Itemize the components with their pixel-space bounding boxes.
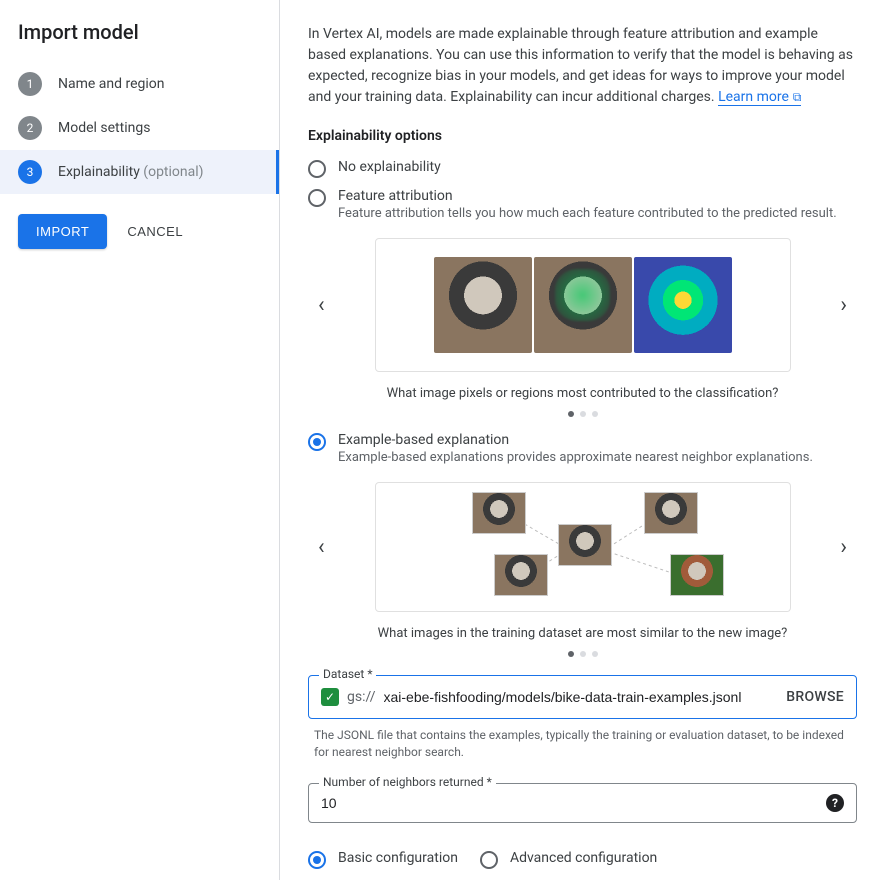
carousel-dots	[308, 651, 857, 657]
step-optional: (optional)	[143, 164, 203, 180]
section-title: Explainability options	[308, 128, 857, 144]
page-title: Import model	[0, 20, 279, 62]
neighbor-thumb	[670, 554, 724, 596]
dot[interactable]	[580, 651, 586, 657]
dot[interactable]	[568, 411, 574, 417]
step-model-settings[interactable]: 2 Model settings	[0, 106, 279, 150]
carousel-dots	[308, 411, 857, 417]
sidebar: Import model 1 Name and region 2 Model s…	[0, 0, 280, 880]
neighbor-graph	[394, 492, 772, 602]
neighbor-thumb	[644, 492, 698, 534]
check-icon: ✓	[321, 688, 339, 706]
dot[interactable]	[592, 651, 598, 657]
radio-icon[interactable]	[308, 160, 326, 178]
step-label: Model settings	[58, 120, 150, 136]
browse-button[interactable]: BROWSE	[786, 689, 844, 705]
help-icon[interactable]: ?	[826, 794, 844, 812]
neighbors-input[interactable]	[321, 795, 826, 811]
carousel-card	[375, 482, 791, 612]
radio-icon[interactable]	[480, 851, 498, 869]
example-carousel: ‹ ›	[308, 482, 857, 612]
option-basic-config[interactable]: Basic configuration	[308, 845, 458, 874]
import-button[interactable]: IMPORT	[18, 214, 107, 249]
step-number: 1	[18, 72, 42, 96]
config-row: Basic configuration Advanced configurati…	[308, 845, 857, 874]
dot[interactable]	[580, 411, 586, 417]
step-number: 2	[18, 116, 42, 140]
dataset-field[interactable]: Dataset * ✓ gs:// BROWSE	[308, 675, 857, 719]
neighbor-thumb	[494, 554, 548, 596]
main-content: In Vertex AI, models are made explainabl…	[280, 0, 889, 880]
option-example-based[interactable]: Example-based explanation Example-based …	[308, 427, 857, 470]
field-label: Dataset *	[319, 667, 376, 681]
external-link-icon: ⧉	[793, 88, 802, 106]
sample-image-attribution	[534, 257, 632, 353]
step-label: Name and region	[58, 76, 165, 92]
neighbor-thumb	[472, 492, 526, 534]
chevron-right-icon[interactable]: ›	[832, 527, 855, 568]
step-number: 3	[18, 160, 42, 184]
field-label: Number of neighbors returned *	[319, 775, 496, 789]
dot[interactable]	[592, 411, 598, 417]
query-thumb	[558, 524, 612, 566]
dataset-input[interactable]	[384, 689, 779, 705]
step-explainability[interactable]: 3 Explainability (optional)	[0, 150, 279, 194]
option-no-explainability[interactable]: No explainability	[308, 154, 857, 183]
sample-image-heatmap	[634, 257, 732, 353]
cancel-button[interactable]: CANCEL	[127, 224, 183, 239]
chevron-left-icon[interactable]: ‹	[310, 527, 333, 568]
dot[interactable]	[568, 651, 574, 657]
sample-image-original	[434, 257, 532, 353]
neighbors-field[interactable]: Number of neighbors returned * ?	[308, 783, 857, 823]
radio-icon[interactable]	[308, 433, 326, 451]
radio-icon[interactable]	[308, 189, 326, 207]
learn-more-link[interactable]: Learn more⧉	[718, 89, 801, 106]
gs-prefix: gs://	[347, 689, 376, 705]
option-feature-attribution[interactable]: Feature attribution Feature attribution …	[308, 183, 857, 226]
intro-text: In Vertex AI, models are made explainabl…	[308, 24, 857, 108]
radio-icon[interactable]	[308, 851, 326, 869]
chevron-right-icon[interactable]: ›	[832, 285, 855, 326]
option-advanced-config[interactable]: Advanced configuration	[480, 845, 657, 874]
carousel-card	[375, 238, 791, 372]
example-caption: What images in the training dataset are …	[308, 626, 857, 641]
step-label: Explainability (optional)	[58, 164, 204, 180]
step-name-region[interactable]: 1 Name and region	[0, 62, 279, 106]
dataset-helper: The JSONL file that contains the example…	[314, 727, 851, 761]
feature-caption: What image pixels or regions most contri…	[308, 386, 857, 401]
chevron-left-icon[interactable]: ‹	[310, 285, 333, 326]
feature-carousel: ‹ ›	[308, 238, 857, 372]
sidebar-actions: IMPORT CANCEL	[0, 194, 279, 269]
